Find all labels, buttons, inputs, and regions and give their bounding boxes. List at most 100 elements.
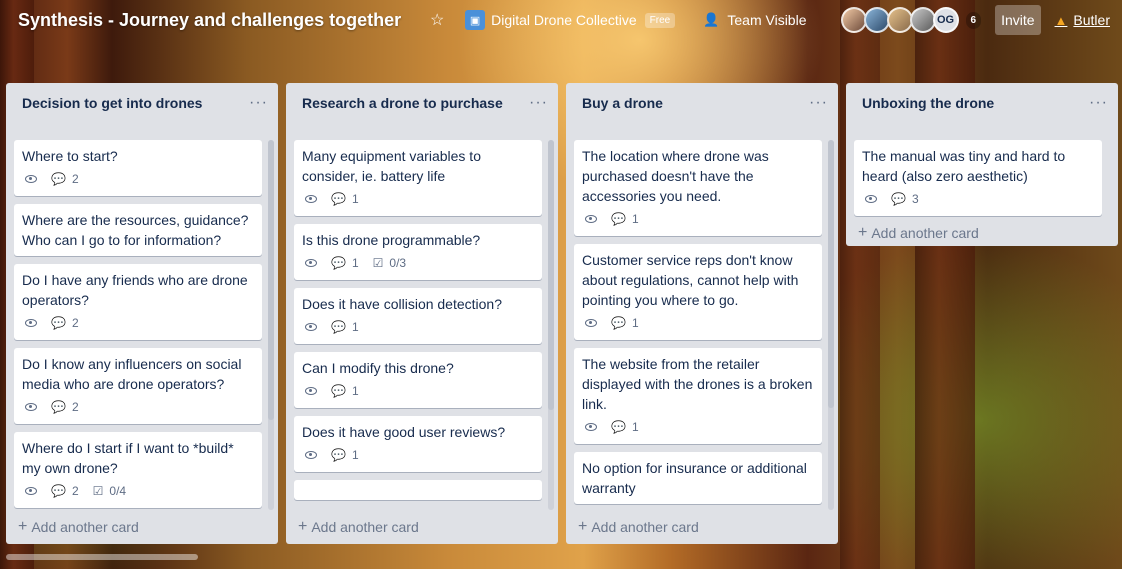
comment-icon: 💬 — [331, 448, 346, 462]
comment-count: 2 — [71, 316, 79, 330]
card[interactable]: Where do I start if I want to *build* my… — [14, 432, 262, 508]
list-header: Unboxing the drone ··· — [846, 83, 1118, 123]
eye-icon — [305, 259, 317, 267]
card[interactable]: Where are the resources, guidance? Who c… — [14, 204, 262, 256]
comment-badge: 💬 1 — [331, 384, 359, 398]
board-header: Synthesis - Journey and challenges toget… — [0, 0, 1122, 40]
card[interactable]: Do I know any influencers on social medi… — [14, 348, 262, 424]
list-menu-icon[interactable]: ··· — [529, 94, 548, 112]
workspace-button[interactable]: ▣ Digital Drone Collective Free — [465, 10, 676, 30]
card[interactable]: Many equipment variables to consider, ie… — [294, 140, 542, 216]
visibility-button[interactable]: 👤 Team Visible — [703, 12, 806, 28]
avatar[interactable] — [909, 7, 936, 33]
invite-button[interactable]: Invite — [995, 5, 1041, 35]
card-title: Do I know any influencers on social medi… — [22, 356, 242, 392]
avatar[interactable]: OG — [932, 7, 959, 33]
eye-icon — [305, 195, 317, 203]
list-scrollbar[interactable] — [828, 140, 834, 510]
add-card-button[interactable]: + Add another card — [298, 516, 419, 538]
cards-area: The location where drone was purchased d… — [574, 140, 830, 510]
card-badges: 💬 2 — [22, 168, 254, 190]
add-card-label: Add another card — [31, 519, 139, 535]
card-badges: 💬 2 ☑ 0/4 — [22, 480, 254, 502]
card-badges: 💬 1 — [302, 316, 534, 338]
card[interactable]: Is this drone programmable? 💬 1 ☑ 0/3 — [294, 224, 542, 280]
list-scrollbar[interactable] — [268, 140, 274, 510]
avatar[interactable] — [886, 7, 913, 33]
watch-badge — [302, 323, 317, 331]
comment-badge: 💬 1 — [331, 256, 359, 270]
comment-icon: 💬 — [51, 172, 66, 186]
eye-icon — [865, 195, 877, 203]
scroll-thumb[interactable] — [828, 140, 834, 408]
add-card-button[interactable]: + Add another card — [846, 224, 1118, 246]
list-title[interactable]: Buy a drone — [582, 95, 663, 111]
comment-icon: 💬 — [51, 316, 66, 330]
scroll-thumb[interactable] — [268, 140, 274, 420]
eye-icon — [305, 451, 317, 459]
comment-icon: 💬 — [891, 192, 906, 206]
plus-icon: + — [578, 518, 588, 535]
comment-count: 1 — [351, 448, 359, 462]
list-menu-icon[interactable]: ··· — [249, 94, 268, 112]
avatar[interactable] — [863, 7, 890, 33]
visibility-label: Team Visible — [727, 12, 807, 28]
add-card-button[interactable]: + Add another card — [18, 516, 139, 538]
add-card-button[interactable]: + Add another card — [578, 516, 699, 538]
card[interactable]: The manual was tiny and hard to heard (a… — [854, 140, 1102, 216]
card-title: The location where drone was purchased d… — [582, 148, 769, 204]
card[interactable]: The location where drone was purchased d… — [574, 140, 822, 236]
card[interactable]: The website from the retailer displayed … — [574, 348, 822, 444]
card[interactable]: Does it have collision detection? 💬 1 — [294, 288, 542, 344]
card-title: Do I have any friends who are drone oper… — [22, 272, 248, 308]
card-title: Customer service reps don't know about r… — [582, 252, 799, 308]
eye-icon — [585, 215, 597, 223]
member-count-badge[interactable]: 6 — [965, 11, 982, 29]
list-menu-icon[interactable]: ··· — [809, 94, 828, 112]
scroll-thumb[interactable] — [548, 140, 554, 410]
workspace-name: Digital Drone Collective — [491, 12, 637, 28]
comment-badge: 💬 1 — [611, 316, 639, 330]
card[interactable]: Customer service reps don't know about r… — [574, 244, 822, 340]
card-title: The manual was tiny and hard to heard (a… — [862, 148, 1066, 184]
checklist-icon: ☑ — [92, 484, 104, 498]
card-title: The website from the retailer displayed … — [582, 356, 813, 412]
star-icon[interactable]: ☆ — [427, 10, 447, 30]
card[interactable]: No option for insurance or additional wa… — [574, 452, 822, 504]
plus-icon: + — [298, 518, 308, 535]
comment-count: 2 — [71, 172, 79, 186]
add-card-label: Add another card — [591, 519, 699, 535]
checklist-count: 0/3 — [389, 256, 407, 270]
card[interactable]: Does it have good user reviews? 💬 1 — [294, 416, 542, 472]
card[interactable]: Where to start? 💬 2 — [14, 140, 262, 196]
watch-badge — [22, 487, 37, 495]
comment-badge: 💬 1 — [611, 212, 639, 226]
checklist-badge: ☑ 0/4 — [93, 484, 126, 498]
eye-icon — [25, 487, 37, 495]
watch-badge — [22, 175, 37, 183]
list-menu-icon[interactable]: ··· — [1089, 94, 1108, 112]
card[interactable]: Do I have any friends who are drone oper… — [14, 264, 262, 340]
eye-icon — [585, 319, 597, 327]
board-title[interactable]: Synthesis - Journey and challenges toget… — [18, 10, 401, 31]
butler-button[interactable]: ▲ Butler — [1055, 12, 1110, 28]
list-scrollbar[interactable] — [548, 140, 554, 510]
card-title: Many equipment variables to consider, ie… — [302, 148, 481, 184]
comment-icon: 💬 — [611, 420, 626, 434]
workspace-icon: ▣ — [465, 10, 486, 30]
list-title[interactable]: Unboxing the drone — [862, 95, 994, 111]
eye-icon — [585, 423, 597, 431]
board-horizontal-scrollbar[interactable] — [6, 554, 198, 560]
avatar[interactable] — [840, 7, 867, 33]
comment-icon: 💬 — [331, 320, 346, 334]
watch-badge — [582, 423, 597, 431]
card-title: Does it have collision detection? — [302, 296, 503, 312]
card[interactable] — [294, 480, 542, 500]
card-title: No option for insurance or additional wa… — [582, 460, 807, 496]
list-title[interactable]: Research a drone to purchase — [302, 95, 503, 111]
watch-badge — [302, 451, 317, 459]
watch-badge — [22, 319, 37, 327]
card[interactable]: Can I modify this drone? 💬 1 — [294, 352, 542, 408]
list-title[interactable]: Decision to get into drones — [22, 95, 202, 111]
watch-badge — [302, 259, 317, 267]
